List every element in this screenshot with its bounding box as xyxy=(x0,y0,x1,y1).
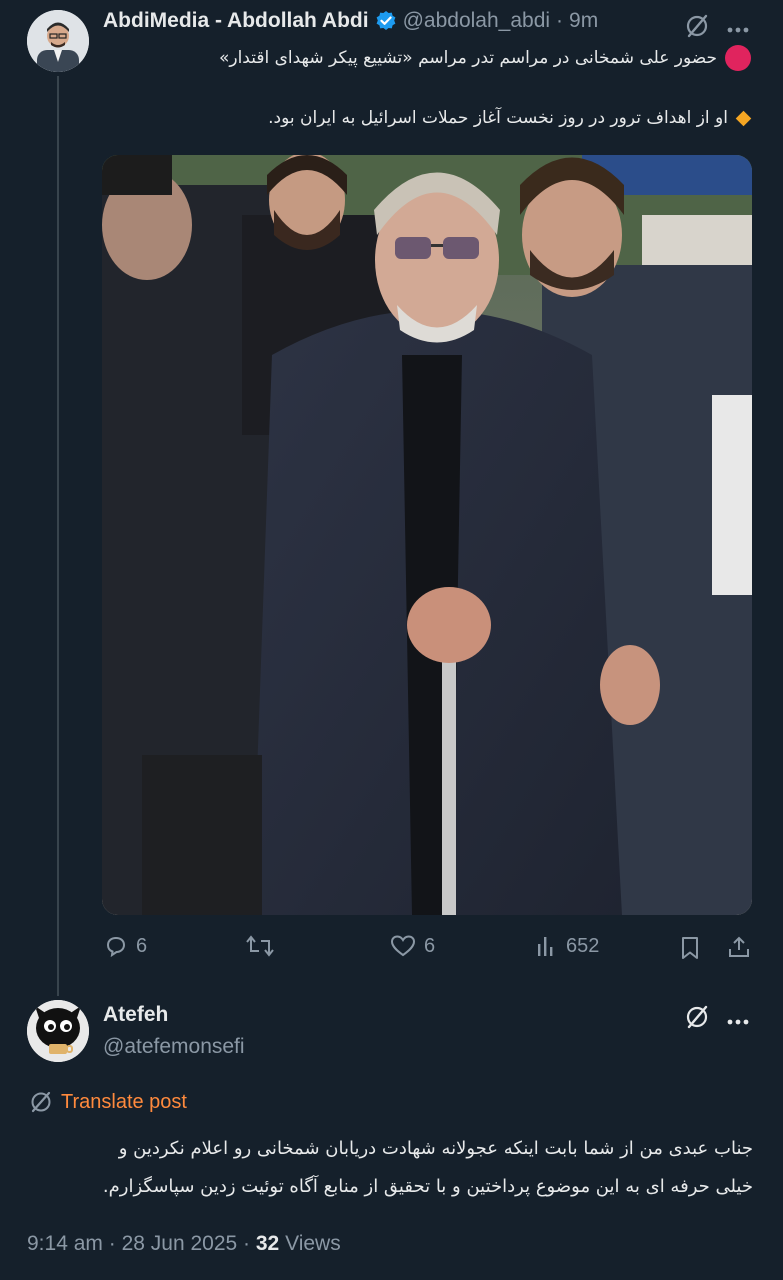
heart-icon xyxy=(390,935,416,957)
orange-diamond-icon xyxy=(735,110,752,126)
verified-badge-icon xyxy=(375,10,397,32)
reply-text: جناب عبدی من از شما بابت اینکه عجولانه ش… xyxy=(18,1130,753,1206)
tweet-time[interactable]: 9m xyxy=(569,9,598,33)
reply-text-line2: خیلی حرفه ای به این موضوع پرداختین و با … xyxy=(102,1176,753,1197)
author-name[interactable]: AbdiMedia - Abdollah Abdi xyxy=(103,9,369,33)
more-options-icon[interactable] xyxy=(726,21,750,39)
thread-connector-line xyxy=(57,76,59,996)
share-button[interactable] xyxy=(727,935,751,964)
tweet-text-line1-content: حضور علی شمخانی در مراسم تدر مراسم «تشیی… xyxy=(218,48,717,68)
tweet-photo[interactable] xyxy=(102,155,752,915)
grok-icon[interactable] xyxy=(684,13,710,44)
retweet-button[interactable] xyxy=(246,934,274,958)
meta-separator: · xyxy=(243,1232,251,1255)
reply-more-options-icon[interactable] xyxy=(726,1013,750,1031)
reply-views-count: 32 xyxy=(255,1232,280,1255)
tweet-text-line1: حضور علی شمخانی در مراسم تدر مراسم «تشیی… xyxy=(219,45,751,71)
meta-separator: · xyxy=(108,1232,116,1255)
like-count: 6 xyxy=(424,934,436,957)
reply-text-line1: جناب عبدی من از شما بابت اینکه عجولانه ش… xyxy=(118,1138,753,1159)
translate-post-button[interactable]: Translate post xyxy=(29,1090,187,1114)
reply-icon xyxy=(106,936,126,958)
reply-author-name[interactable]: Atefeh xyxy=(103,1003,168,1027)
reply-count: 6 xyxy=(136,934,148,957)
views-button[interactable]: 652 xyxy=(536,934,599,958)
translate-post-label: Translate post xyxy=(61,1090,187,1113)
tweet-header: AbdiMedia - Abdollah Abdi @abdolah_abdi … xyxy=(103,9,598,33)
author-avatar[interactable] xyxy=(27,10,89,72)
share-icon xyxy=(729,936,749,957)
bookmark-button[interactable] xyxy=(680,936,700,965)
separator-dot: · xyxy=(556,9,564,32)
analytics-icon xyxy=(538,937,553,956)
views-count: 652 xyxy=(566,934,600,957)
reply-button[interactable]: 6 xyxy=(104,934,147,958)
reply-author-avatar[interactable] xyxy=(27,1000,89,1062)
reply-grok-icon[interactable] xyxy=(684,1004,710,1035)
reply-meta: 9:14 am · 28 Jun 2025 · 32 Views xyxy=(27,1232,341,1256)
retweet-icon xyxy=(246,935,274,957)
like-button[interactable]: 6 xyxy=(390,934,435,958)
reply-views-label: Views xyxy=(285,1232,341,1255)
tweet-text-line2: او از اهداف ترور در روز نخست آغاز حملات … xyxy=(268,108,752,128)
reply-time[interactable]: 9:14 am xyxy=(27,1232,103,1255)
reply-author-handle[interactable]: @atefemonsefi xyxy=(103,1035,245,1059)
reply-date[interactable]: 28 Jun 2025 xyxy=(122,1232,238,1255)
red-circle-icon xyxy=(725,45,751,71)
tweet-text-line2-content: او از اهداف ترور در روز نخست آغاز حملات … xyxy=(268,108,728,128)
bookmark-icon xyxy=(682,937,698,959)
translate-icon xyxy=(31,1091,51,1113)
author-handle[interactable]: @abdolah_abdi xyxy=(403,9,550,33)
